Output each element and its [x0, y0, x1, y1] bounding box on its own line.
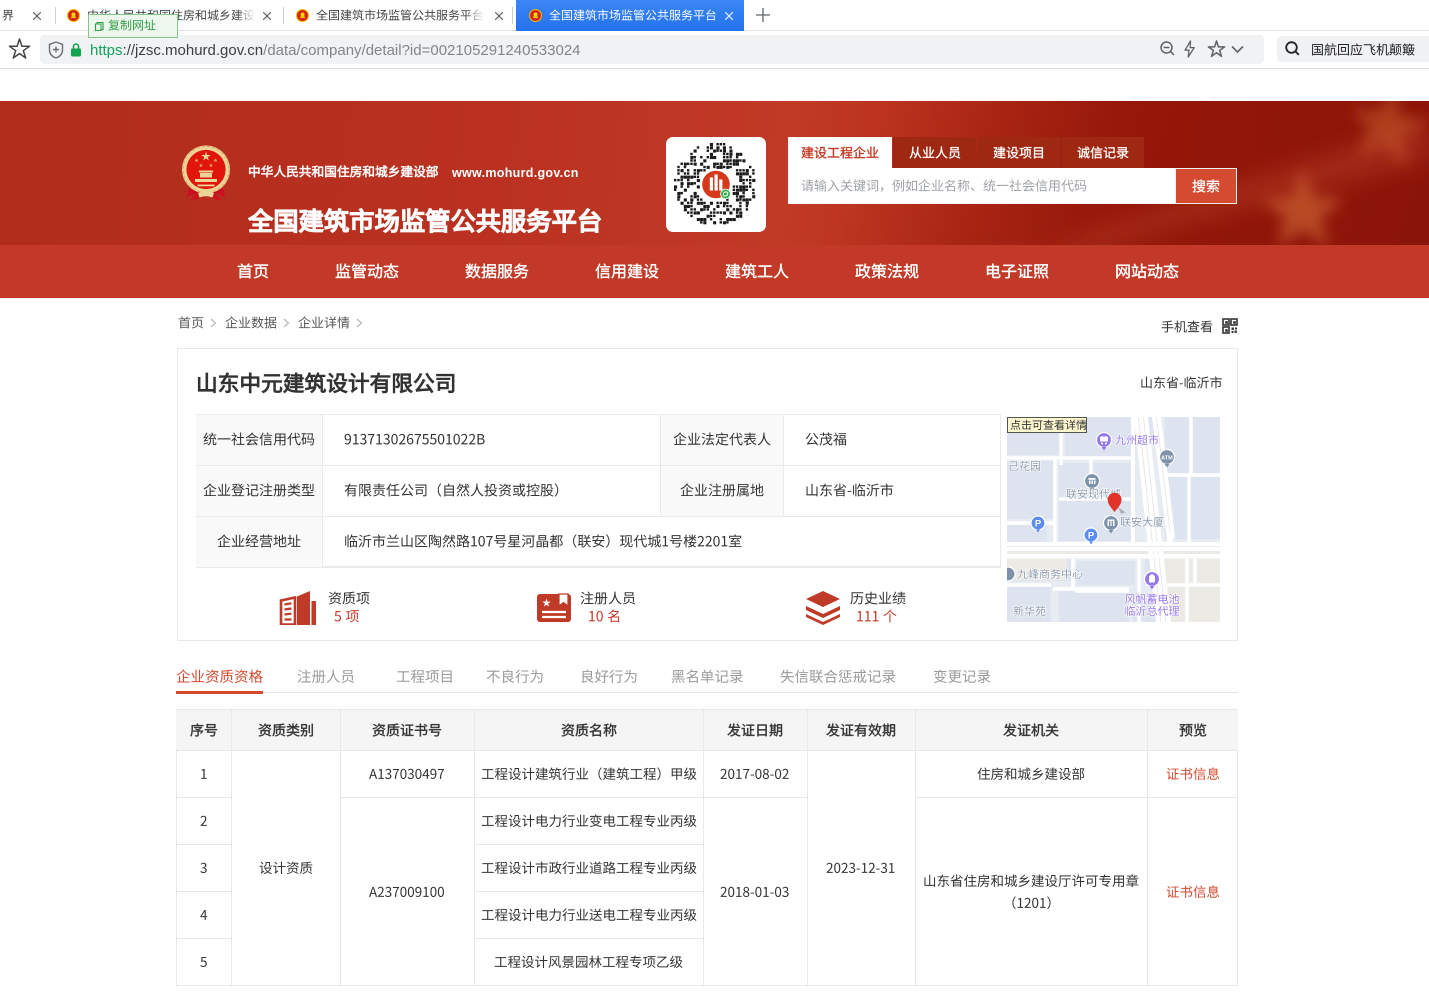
svg-text:ATM: ATM: [1161, 456, 1173, 462]
svg-text:P: P: [1035, 519, 1042, 530]
svg-text:P: P: [1088, 531, 1095, 542]
